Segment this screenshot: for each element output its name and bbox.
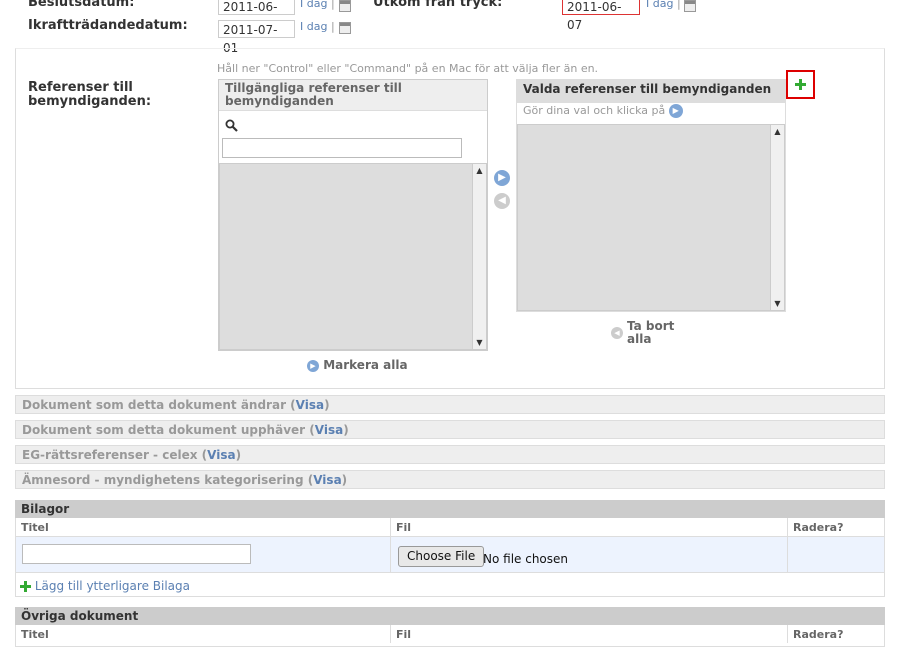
beslutsdatum-today-link[interactable]: I dag | (300, 0, 335, 10)
ikraft-input[interactable]: 2011-07-01 (218, 20, 295, 55)
separator: | (330, 0, 335, 10)
utkom-label: Utkom från tryck: (373, 0, 503, 10)
collapse-title: Dokument som detta dokument upphäver (22, 423, 306, 437)
chosen-scrollbar[interactable]: ▲ ▼ (770, 125, 784, 310)
plus-icon (795, 79, 806, 90)
chosen-help-text: Gör dina val och klicka på ▶ (523, 104, 683, 118)
arrow-right-icon: ▶ (668, 104, 683, 118)
separator: | (676, 0, 681, 10)
select-all-label[interactable]: Markera alla (323, 358, 407, 372)
search-icon (225, 119, 238, 135)
scroll-up-icon[interactable]: ▲ (771, 125, 784, 138)
collapse-title: Dokument som detta dokument ändrar (22, 398, 286, 412)
today-link-text[interactable]: I dag (646, 0, 673, 10)
select-all-link[interactable]: ▶ Markera alla (307, 358, 408, 372)
show-link[interactable]: Visa (296, 398, 324, 412)
no-file-text: No file chosen (483, 552, 569, 566)
refs-label: Referenser till bemyndiganden: (28, 80, 152, 109)
calendar-icon[interactable] (339, 22, 351, 34)
bilagor-title: Bilagor (15, 500, 885, 518)
beslutsdatum-input[interactable]: 2011-06-01 (218, 0, 295, 32)
today-link-text[interactable]: I dag (300, 0, 327, 10)
bilaga-title-input[interactable] (22, 544, 251, 564)
utkom-today-link[interactable]: I dag | (646, 0, 681, 10)
ikraft-label: Ikraftträdandedatum: (28, 18, 188, 33)
calendar-icon[interactable] (684, 0, 696, 12)
remove-selected-icon[interactable]: ◀ (494, 193, 510, 209)
show-link[interactable]: Visa (315, 423, 343, 437)
choose-file-button[interactable]: Choose File (398, 546, 485, 567)
col-delete: Radera? (793, 521, 844, 534)
col-title: Titel (21, 628, 49, 641)
arrow-right-icon: ▶ (307, 359, 319, 372)
add-bilaga-label[interactable]: Lägg till ytterligare Bilaga (35, 579, 190, 593)
chosen-list[interactable]: ▲ ▼ (517, 124, 785, 311)
arrow-left-icon: ◀ (611, 327, 623, 339)
available-box: Tillgängliga referenser till bemyndigand… (218, 79, 488, 351)
collapse-title: EG-rättsreferenser - celex (22, 448, 198, 462)
remove-all-label[interactable]: Ta bort alla (627, 320, 682, 346)
beslutsdatum-label: Beslutsdatum: (28, 0, 135, 10)
available-filter-input[interactable] (222, 138, 462, 158)
collapse-celex[interactable]: EG-rättsreferenser - celex (Visa) (15, 445, 885, 464)
today-link-text[interactable]: I dag (300, 20, 327, 33)
col-title: Titel (21, 521, 49, 534)
plus-icon (20, 581, 31, 592)
separator: | (330, 20, 335, 33)
add-bilaga-link[interactable]: Lägg till ytterligare Bilaga (20, 579, 190, 593)
collapse-title: Ämnesord - myndighetens kategorisering (22, 473, 304, 487)
add-selected-icon[interactable]: ▶ (494, 170, 510, 186)
refs-help-text: Håll ner "Control" eller "Command" på en… (217, 62, 599, 75)
collapse-upphaver[interactable]: Dokument som detta dokument upphäver (Vi… (15, 420, 885, 439)
scroll-down-icon[interactable]: ▼ (473, 336, 486, 349)
ovriga-title: Övriga dokument (15, 607, 885, 625)
remove-all-link[interactable]: ◀ Ta bort alla (611, 320, 686, 346)
available-list[interactable]: ▲ ▼ (219, 163, 487, 350)
scroll-up-icon[interactable]: ▲ (473, 164, 486, 177)
show-link[interactable]: Visa (207, 448, 235, 462)
bilagor-header-row (16, 518, 884, 537)
col-file: Fil (396, 521, 412, 534)
available-title: Tillgängliga referenser till bemyndigand… (219, 80, 487, 111)
calendar-icon[interactable] (339, 0, 351, 12)
add-related-button[interactable] (786, 70, 815, 99)
show-link[interactable]: Visa (313, 473, 341, 487)
chosen-title: Valda referenser till bemyndiganden (517, 80, 785, 103)
scroll-down-icon[interactable]: ▼ (771, 297, 784, 310)
available-scrollbar[interactable]: ▲ ▼ (472, 164, 486, 349)
col-file: Fil (396, 628, 412, 641)
collapse-andrar[interactable]: Dokument som detta dokument ändrar (Visa… (15, 395, 885, 414)
chosen-box: Valda referenser till bemyndiganden Gör … (516, 79, 786, 312)
chosen-help-label: Gör dina val och klicka på (523, 104, 666, 117)
collapse-amnesord[interactable]: Ämnesord - myndighetens kategorisering (… (15, 470, 885, 489)
ikraft-today-link[interactable]: I dag | (300, 20, 335, 33)
utkom-input[interactable]: 2011-06-07 (562, 0, 640, 32)
col-delete: Radera? (793, 628, 844, 641)
